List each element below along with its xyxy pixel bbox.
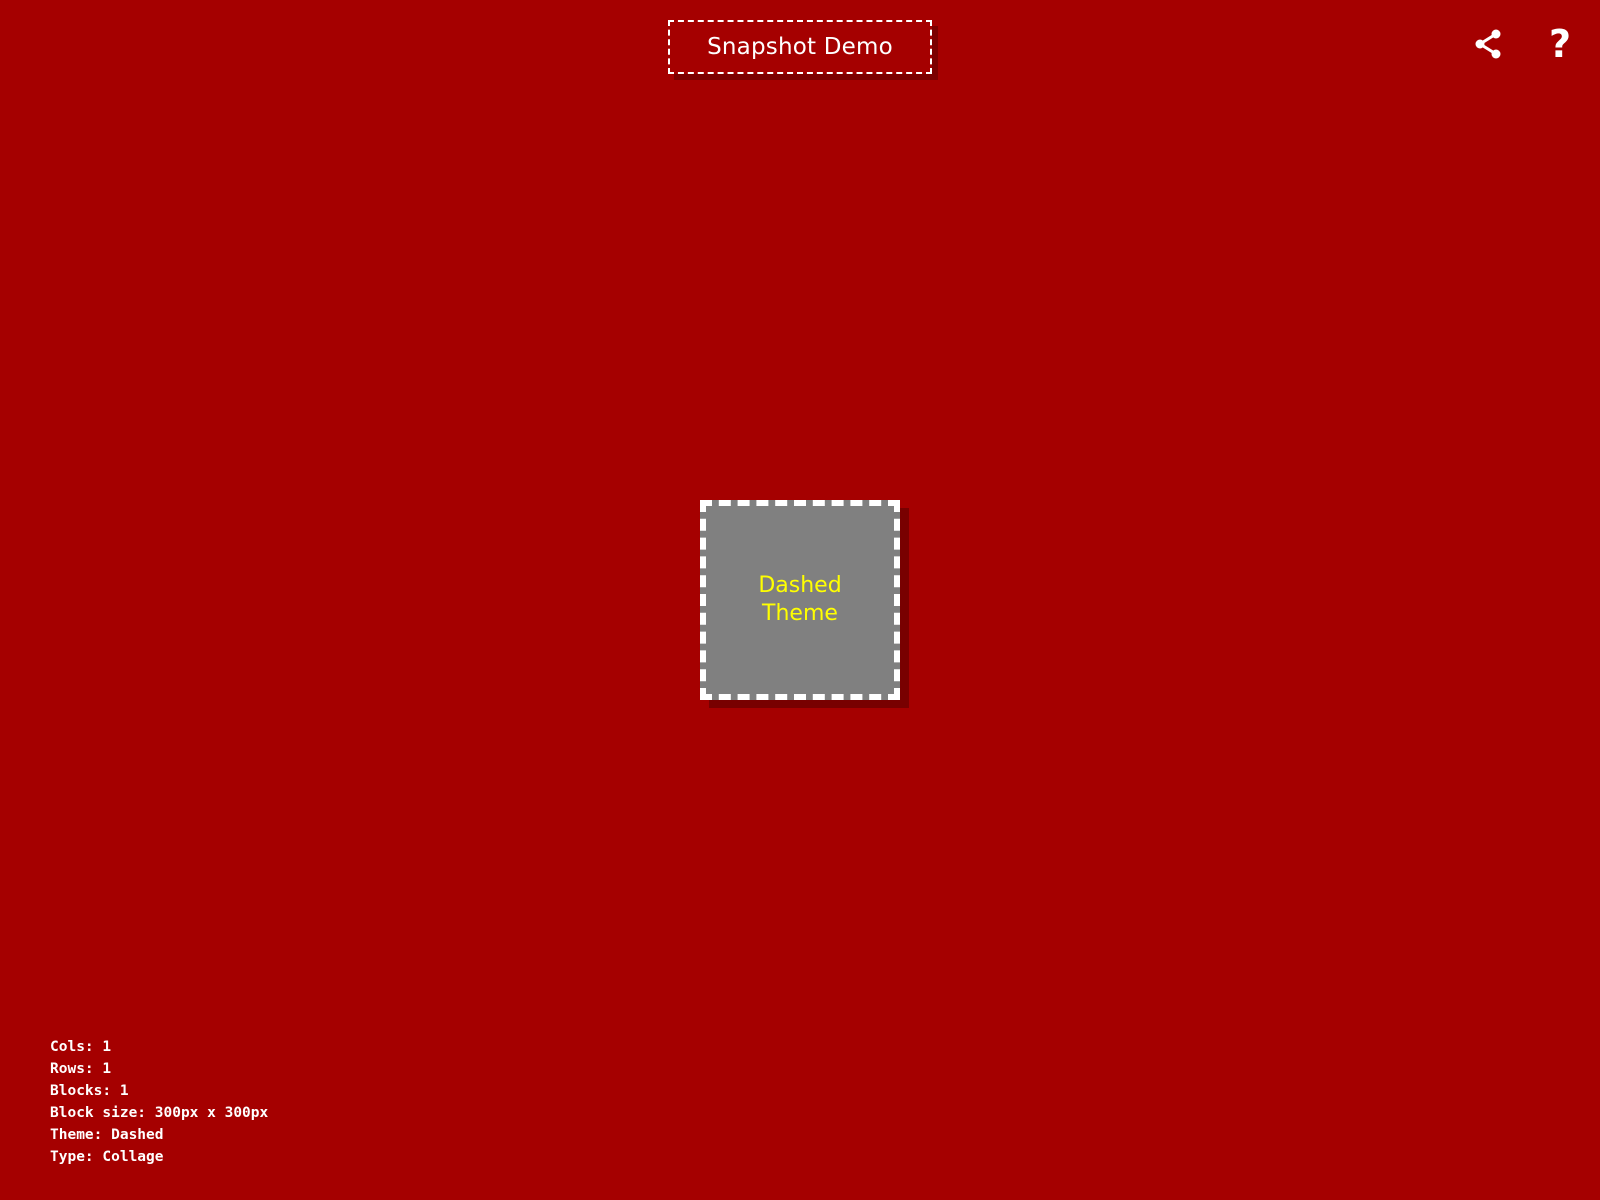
- page-title-text: Snapshot Demo: [707, 34, 893, 60]
- info-block-size: Block size: 300px x 300px: [50, 1105, 269, 1121]
- info-panel: Cols: 1 Rows: 1 Blocks: 1 Block size: 30…: [50, 1036, 268, 1168]
- info-rows: Rows: 1: [50, 1061, 112, 1077]
- info-cols: Cols: 1: [50, 1039, 112, 1055]
- page: Snapshot Demo ? Dashed Theme Cols: 1 Row…: [0, 0, 1600, 1200]
- help-button[interactable]: ?: [1544, 24, 1576, 64]
- page-title: Snapshot Demo: [668, 20, 932, 74]
- collage-block[interactable]: Dashed Theme: [700, 500, 900, 700]
- block-label: Dashed Theme: [758, 573, 842, 626]
- share-icon: [1475, 29, 1501, 59]
- info-blocks: Blocks: 1: [50, 1083, 129, 1099]
- info-theme: Theme: Dashed: [50, 1127, 164, 1143]
- info-type: Type: Collage: [50, 1149, 164, 1165]
- top-toolbar: ?: [1472, 24, 1576, 64]
- help-icon: ?: [1548, 22, 1572, 66]
- share-button[interactable]: [1472, 24, 1504, 64]
